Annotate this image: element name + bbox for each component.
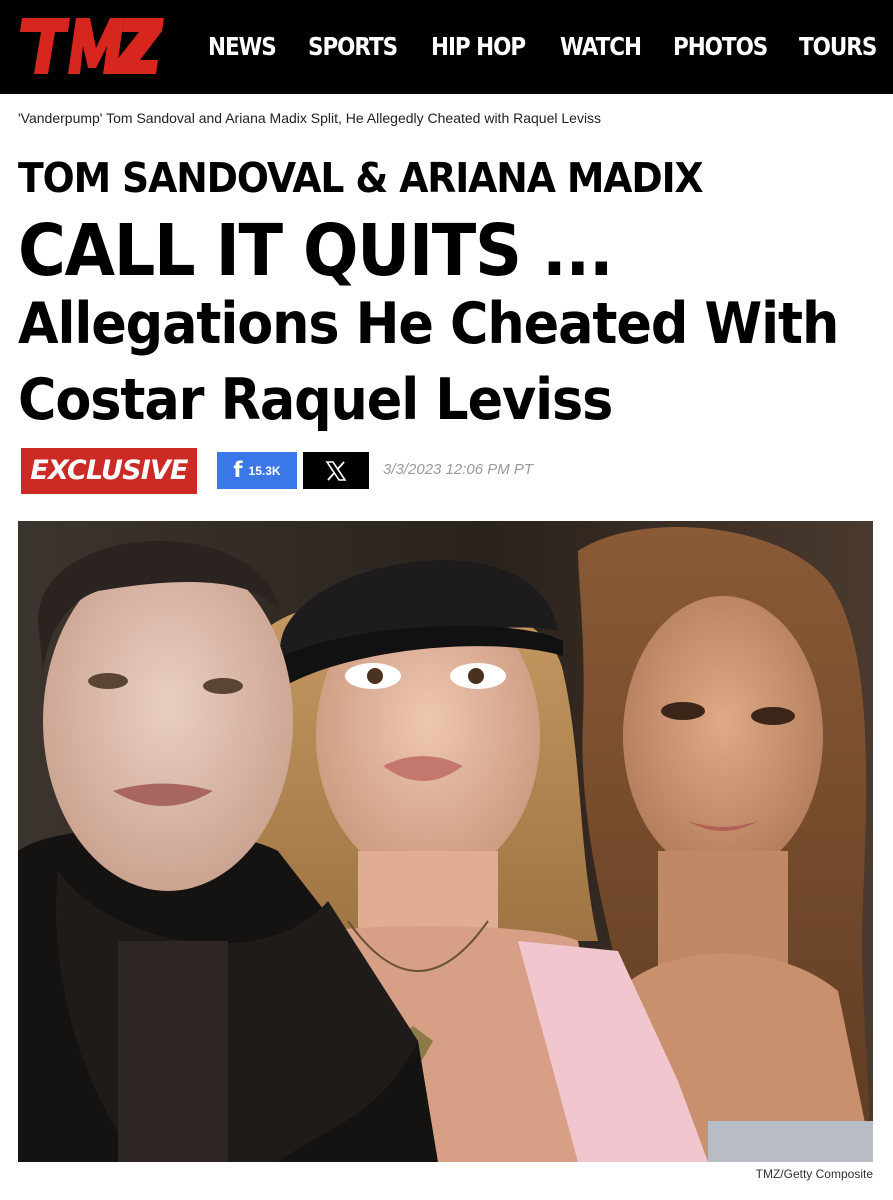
facebook-share-button[interactable]: f 15.3K xyxy=(217,452,297,489)
nav-tours[interactable]: TOURS xyxy=(799,30,877,64)
nav-photos[interactable]: PHOTOS xyxy=(673,30,768,64)
main-nav: NEWS SPORTS HIP HOP WATCH PHOTOS TOURS xyxy=(0,30,893,66)
site-header: NEWS SPORTS HIP HOP WATCH PHOTOS TOURS xyxy=(0,0,893,94)
nav-watch[interactable]: WATCH xyxy=(560,30,642,64)
exclusive-badge: EXCLUSIVE xyxy=(21,448,197,494)
x-icon xyxy=(325,460,347,481)
facebook-share-count: 15.3K xyxy=(248,463,281,478)
nav-hip-hop[interactable]: HIP HOP xyxy=(431,30,526,64)
image-caption: TMZ/Getty Composite xyxy=(755,1167,873,1181)
x-share-button[interactable] xyxy=(303,452,369,489)
headline-line-2: CALL IT QUITS ... xyxy=(18,209,614,292)
nav-sports[interactable]: SPORTS xyxy=(308,30,398,64)
headline-line-1: TOM SANDOVAL & ARIANA MADIX xyxy=(18,154,704,202)
hero-image[interactable] xyxy=(18,521,873,1162)
exclusive-badge-label: EXCLUSIVE xyxy=(30,455,188,486)
nav-news[interactable]: NEWS xyxy=(208,30,277,64)
facebook-icon: f xyxy=(233,458,243,482)
publish-timestamp: 3/3/2023 12:06 PM PT xyxy=(383,461,534,478)
breadcrumb[interactable]: 'Vanderpump' Tom Sandoval and Ariana Mad… xyxy=(18,110,601,126)
headline-line-3: Allegations He Cheated With xyxy=(18,291,839,357)
headline-line-4: Costar Raquel Leviss xyxy=(18,367,613,433)
hero-image-graphic xyxy=(18,521,873,1162)
